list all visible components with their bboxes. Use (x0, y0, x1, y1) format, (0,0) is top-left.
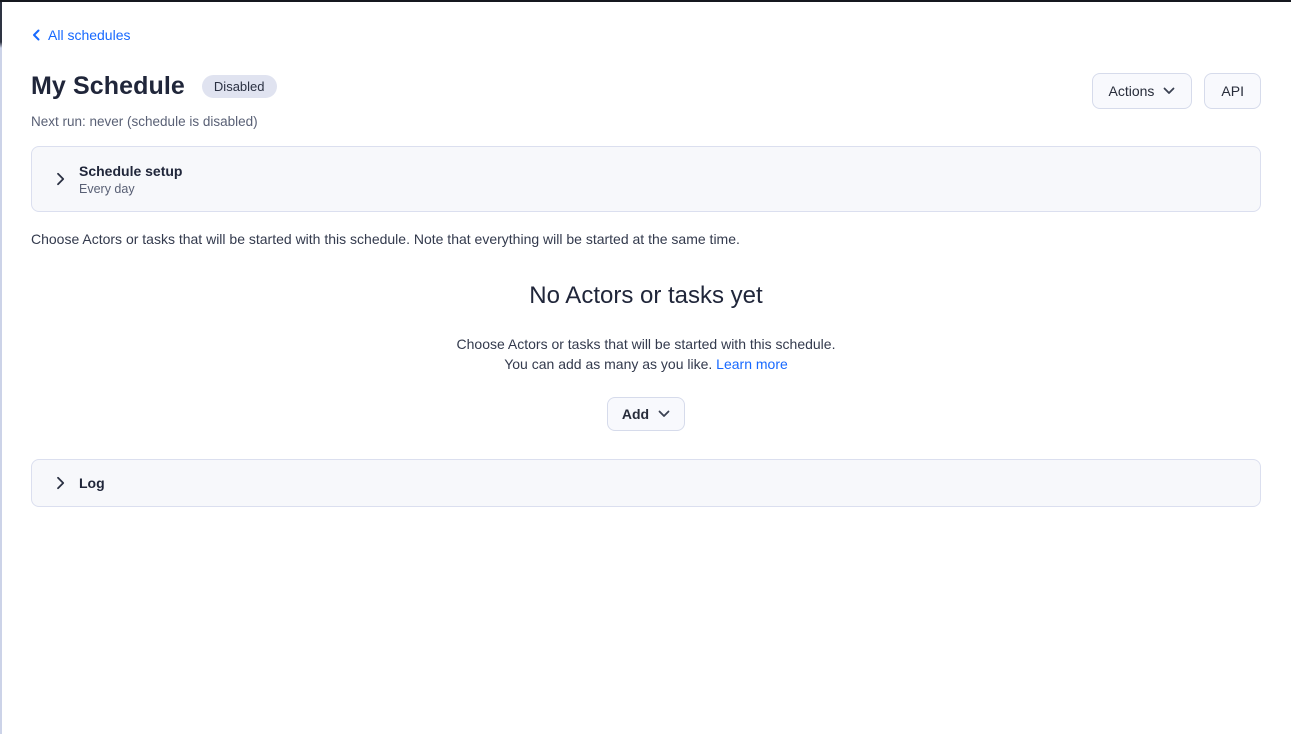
main-content: All schedules My Schedule Disabled Next … (0, 2, 1291, 507)
back-link-label: All schedules (48, 27, 131, 43)
schedule-setup-title: Schedule setup (79, 162, 182, 180)
schedule-setup-panel[interactable]: Schedule setup Every day (31, 146, 1261, 212)
empty-state-line2: You can add as many as you like. (504, 356, 712, 372)
chevron-down-icon (1163, 87, 1175, 95)
schedule-setup-subtitle: Every day (79, 182, 182, 196)
chevron-right-icon (56, 476, 65, 490)
page-header: My Schedule Disabled Next run: never (sc… (31, 72, 1261, 129)
chevron-down-icon (658, 410, 670, 418)
page-header-left: My Schedule Disabled Next run: never (sc… (31, 72, 277, 129)
next-run-text: Next run: never (schedule is disabled) (31, 114, 277, 129)
status-badge: Disabled (202, 75, 277, 98)
learn-more-link[interactable]: Learn more (716, 356, 788, 372)
empty-state-line1: Choose Actors or tasks that will be star… (457, 336, 836, 352)
chevron-right-icon (56, 172, 65, 186)
actions-button-label: Actions (1109, 83, 1155, 99)
page-title: My Schedule (31, 72, 185, 101)
add-button-label: Add (622, 406, 649, 422)
empty-state-title: No Actors or tasks yet (31, 282, 1261, 310)
add-button[interactable]: Add (607, 397, 685, 431)
api-button[interactable]: API (1204, 73, 1261, 109)
empty-state-text: Choose Actors or tasks that will be star… (31, 334, 1261, 374)
window-left-edge (0, 2, 2, 734)
log-panel[interactable]: Log (31, 459, 1261, 507)
chevron-left-icon (31, 29, 42, 41)
page-header-actions: Actions API (1092, 73, 1262, 109)
actions-button[interactable]: Actions (1092, 73, 1193, 109)
empty-state: No Actors or tasks yet Choose Actors or … (31, 282, 1261, 431)
back-to-all-schedules-link[interactable]: All schedules (31, 27, 131, 43)
app-window: All schedules My Schedule Disabled Next … (0, 0, 1291, 734)
log-panel-title: Log (79, 474, 105, 492)
api-button-label: API (1221, 83, 1244, 99)
schedule-setup-panel-text: Schedule setup Every day (79, 162, 182, 196)
schedule-description: Choose Actors or tasks that will be star… (31, 231, 1261, 247)
breadcrumb: All schedules (31, 2, 1261, 46)
